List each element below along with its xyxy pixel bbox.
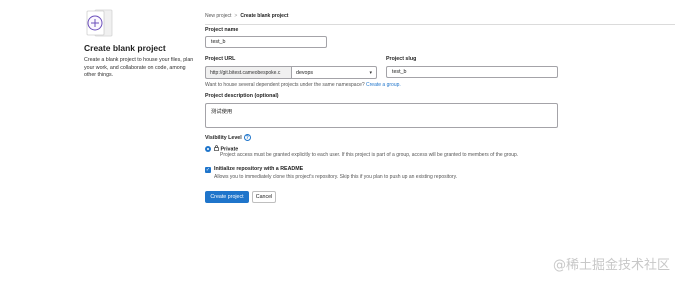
visibility-level-label: Visibility Level? bbox=[205, 134, 251, 141]
divider bbox=[205, 24, 675, 25]
breadcrumb: New project > Create blank project bbox=[205, 13, 288, 19]
project-url-label: Project URL bbox=[205, 56, 236, 62]
breadcrumb-new-project[interactable]: New project bbox=[205, 13, 231, 19]
panel-title: Create blank project bbox=[84, 43, 166, 53]
init-readme-checkbox[interactable]: ✓ bbox=[205, 167, 211, 173]
namespace-value: devops bbox=[296, 69, 314, 76]
private-radio[interactable] bbox=[205, 146, 211, 152]
project-description-textarea[interactable]: 测试使用 bbox=[205, 103, 558, 128]
panel-description: Create a blank project to house your fil… bbox=[84, 57, 194, 79]
create-project-button[interactable]: Create project bbox=[205, 191, 249, 203]
project-description-label: Project description (optional) bbox=[205, 93, 279, 99]
project-slug-label: Project slug bbox=[386, 56, 417, 62]
plus-circle-illustration-icon bbox=[86, 9, 113, 37]
create-group-link[interactable]: Create a group. bbox=[366, 82, 401, 88]
breadcrumb-separator: > bbox=[234, 13, 238, 19]
namespace-hint-text: Want to house several dependent projects… bbox=[205, 82, 365, 88]
namespace-select[interactable]: devops ▾ bbox=[291, 66, 377, 79]
init-readme-description: Allows you to immediately clone this pro… bbox=[214, 174, 458, 180]
cancel-button[interactable]: Cancel bbox=[252, 191, 276, 203]
namespace-hint: Want to house several dependent projects… bbox=[205, 82, 401, 88]
project-url-prefix: http://git.bitest.cameobespoke.c bbox=[205, 66, 291, 79]
visibility-level-text: Visibility Level bbox=[205, 134, 242, 141]
project-url-group: http://git.bitest.cameobespoke.c devops … bbox=[205, 66, 377, 79]
chevron-down-icon: ▾ bbox=[369, 69, 372, 76]
project-name-label: Project name bbox=[205, 27, 239, 33]
private-option-description: Project access must be granted explicitl… bbox=[220, 152, 519, 158]
init-readme-label: Initialize repository with a README bbox=[214, 166, 304, 172]
project-slug-input[interactable]: test_b bbox=[386, 66, 558, 78]
project-name-input[interactable]: test_b bbox=[205, 36, 327, 48]
lock-icon bbox=[214, 145, 219, 152]
breadcrumb-current: Create blank project bbox=[240, 13, 289, 19]
watermark: @稀土掘金技术社区 bbox=[552, 258, 670, 273]
question-circle-icon[interactable]: ? bbox=[243, 134, 251, 141]
